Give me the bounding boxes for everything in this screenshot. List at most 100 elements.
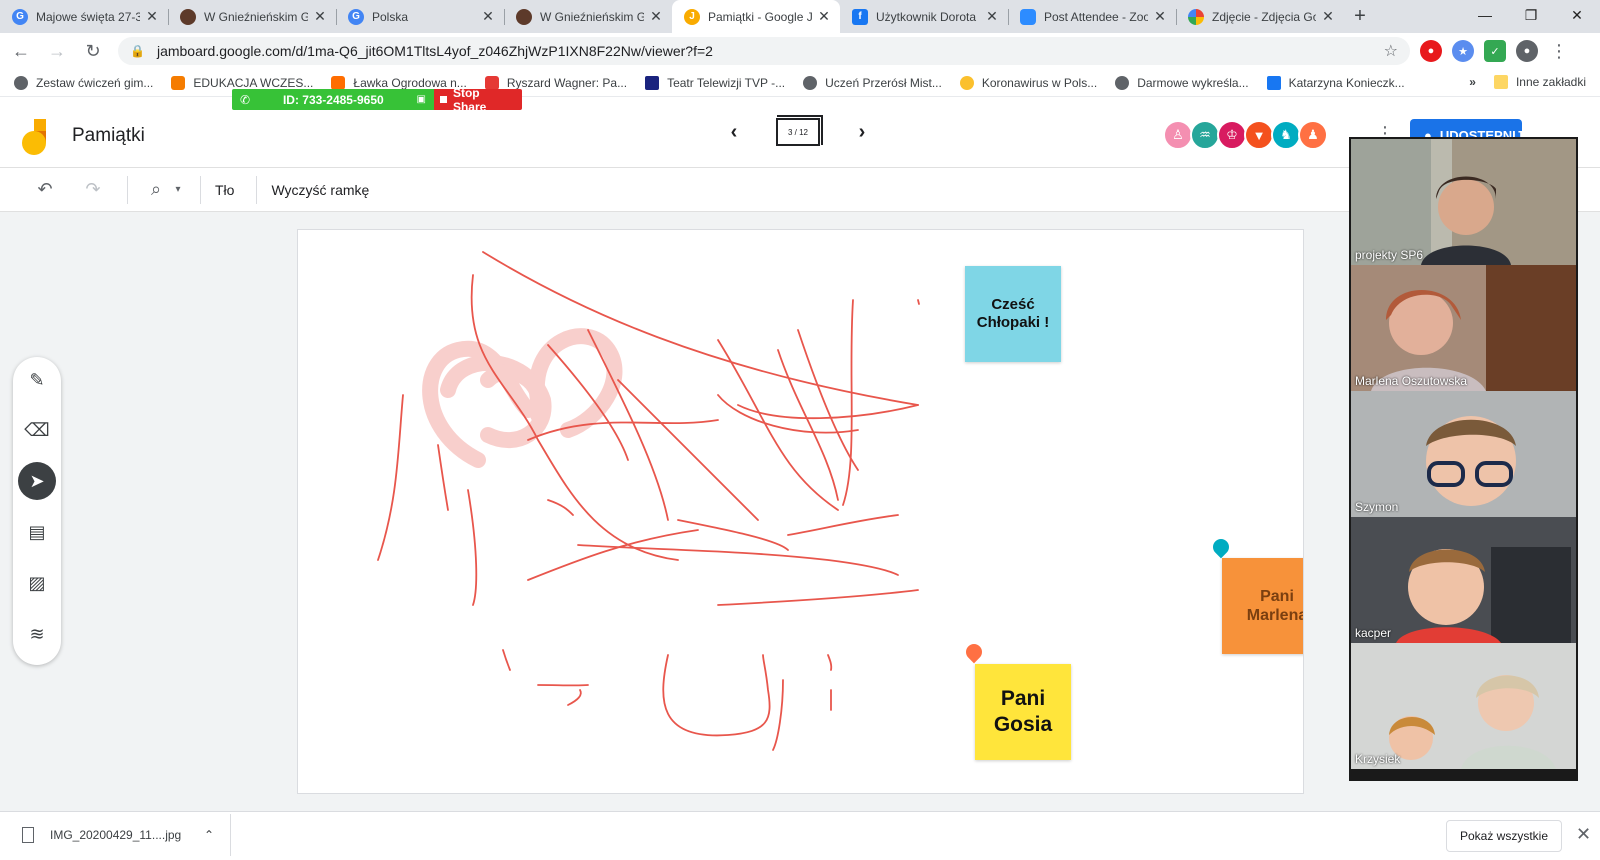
profile-icon[interactable]: ● xyxy=(1516,40,1538,62)
folder-icon xyxy=(1493,75,1508,89)
pen-stroke xyxy=(502,649,511,671)
stop-share-label: Stop Share xyxy=(452,85,487,114)
close-icon[interactable]: ✕ xyxy=(984,8,1000,25)
eraser-tool-icon[interactable]: ⌫ xyxy=(18,411,56,449)
clear-frame-button[interactable]: Wyczyść ramkę xyxy=(271,182,369,198)
close-icon[interactable]: ✕ xyxy=(816,8,832,25)
pen-stroke xyxy=(717,394,859,434)
sticky-note-hello[interactable]: Cześć Chłopaki ! xyxy=(965,266,1061,362)
bookmark-item[interactable]: Ławka Ogrodowa n... xyxy=(331,75,467,90)
bookmark-item[interactable]: Teatr Telewizji TVP -... xyxy=(645,75,785,90)
browser-tab[interactable]: Post Attendee - Zoo ✕ xyxy=(1008,0,1176,33)
redo-icon[interactable]: ↷ xyxy=(73,168,113,212)
extension-red-icon[interactable]: ● xyxy=(1420,40,1442,62)
bookmark-item[interactable]: Uczeń Przerósł Mist... xyxy=(803,75,942,90)
show-all-downloads-button[interactable]: Pokaż wszystkie xyxy=(1446,820,1562,852)
sticky-note-pani-gosia[interactable]: Pani Gosia xyxy=(975,664,1071,760)
select-tool-icon[interactable]: ➤ xyxy=(18,462,56,500)
minimize-icon[interactable]: — xyxy=(1462,0,1508,30)
tab-title: Zdjęcie - Zdjęcia Go xyxy=(1212,9,1316,24)
browser-tab[interactable]: W Gnieźnieńskim Gr ✕ xyxy=(504,0,672,33)
chevron-up-icon[interactable]: ⌃ xyxy=(204,828,214,842)
window-close-icon[interactable]: ✕ xyxy=(1554,0,1600,30)
next-frame-icon[interactable]: › xyxy=(848,121,876,144)
close-icon[interactable]: ✕ xyxy=(144,8,160,25)
browser-tab-active[interactable]: J Pamiątki - Google Ja ✕ xyxy=(672,0,840,33)
close-icon[interactable]: ✕ xyxy=(480,8,496,25)
bookmark-label: Koronawirus w Pols... xyxy=(981,75,1098,90)
laser-tool-icon[interactable]: ≋ xyxy=(18,615,56,653)
frame-counter[interactable]: 3 / 12 xyxy=(776,115,823,146)
bookmark-item[interactable]: Darmowe wykreśla... xyxy=(1115,75,1249,90)
bookmark-star-icon[interactable]: ☆ xyxy=(1384,41,1398,61)
background-button[interactable]: Tło xyxy=(215,182,234,198)
reload-icon[interactable]: ↻ xyxy=(78,36,108,66)
address-bar[interactable]: 🔒 jamboard.google.com/d/1ma-Q6_jit6OM1Tl… xyxy=(118,37,1410,65)
phone-icon: ✆ xyxy=(240,92,251,107)
back-arrow-icon[interactable]: ← xyxy=(6,36,36,66)
participant-video[interactable]: projekty SP6 xyxy=(1351,139,1576,265)
restore-icon[interactable]: ❐ xyxy=(1508,0,1554,30)
browser-tab[interactable]: f Użytkownik Dorota ✕ xyxy=(840,0,1008,33)
forward-arrow-icon[interactable]: → xyxy=(42,36,72,66)
bookmark-item[interactable]: Zestaw ćwiczeń gim... xyxy=(14,75,153,90)
pen-stroke xyxy=(777,349,839,501)
participant-video[interactable]: Szymon xyxy=(1351,391,1576,517)
new-tab-button[interactable]: + xyxy=(1344,0,1376,33)
anonymous-cat-avatar[interactable]: ♟ xyxy=(1298,120,1328,150)
meeting-id-panel[interactable]: ✆ ID: 733-2485-9650 ▣ xyxy=(232,89,434,110)
image-tool-icon[interactable]: ▨ xyxy=(18,564,56,602)
previous-frame-icon[interactable]: ‹ xyxy=(720,121,748,144)
sticky-note-tool-icon[interactable]: ▤ xyxy=(18,513,56,551)
extension-green-icon[interactable]: ✓ xyxy=(1484,40,1506,62)
participant-video[interactable]: Marlena Oszutowska xyxy=(1351,265,1576,391)
browser-tab[interactable]: G Majowe święta 27-3 ✕ xyxy=(0,0,168,33)
site-favicon-icon xyxy=(516,8,532,25)
close-icon[interactable]: ✕ xyxy=(1320,8,1336,25)
bookmarks-more-icon[interactable]: » xyxy=(1469,75,1476,89)
bookmark-item[interactable]: Koronawirus w Pols... xyxy=(959,75,1098,90)
pen-stroke xyxy=(842,299,854,506)
close-icon[interactable]: ✕ xyxy=(1152,8,1168,25)
pen-stroke xyxy=(527,419,719,441)
pen-stroke xyxy=(662,654,771,737)
close-downloads-icon[interactable]: ✕ xyxy=(1576,824,1591,845)
close-icon[interactable]: ✕ xyxy=(648,8,664,25)
other-bookmarks[interactable]: Inne zakładki xyxy=(1516,75,1586,89)
anonymous-ghost-avatar[interactable]: ♙ xyxy=(1163,120,1193,150)
participant-video[interactable]: kacper xyxy=(1351,517,1576,643)
pen-stroke xyxy=(587,329,669,521)
bookmark-item[interactable]: Katarzyna Konieczk... xyxy=(1266,75,1405,90)
google-favicon-icon: G xyxy=(348,8,364,25)
download-filename: IMG_20200429_11....jpg xyxy=(50,828,182,842)
zoom-icon[interactable]: ⌕ xyxy=(142,168,170,212)
anonymous-squirrel-avatar[interactable]: ♞ xyxy=(1271,120,1301,150)
download-item[interactable]: IMG_20200429_11....jpg ⌃ xyxy=(6,814,231,856)
participant-video[interactable]: Krzysiek xyxy=(1351,643,1576,769)
pen-tool-icon[interactable]: ✎ xyxy=(18,361,56,399)
extension-star-icon[interactable]: ★ xyxy=(1452,40,1474,62)
participant-name: Marlena Oszutowska xyxy=(1355,374,1468,388)
stop-share-button[interactable]: Stop Share xyxy=(434,86,522,114)
browser-tab-strip: G Majowe święta 27-3 ✕ W Gnieźnieńskim Gr ✕… xyxy=(0,0,1600,33)
menu-kebab-icon[interactable]: ⋮ xyxy=(1544,36,1574,66)
jam-frame[interactable]: Cześć Chłopaki ! Pani Gosia Pani Marlena xyxy=(297,229,1304,794)
frame-counter-text: 3 / 12 xyxy=(787,127,808,137)
browser-tab[interactable]: G Polska ✕ xyxy=(336,0,504,33)
anonymous-fox-avatar[interactable]: ▼ xyxy=(1244,120,1274,150)
pen-stroke xyxy=(717,589,919,606)
participant-name: projekty SP6 xyxy=(1355,248,1424,262)
undo-icon[interactable]: ↶ xyxy=(25,168,65,212)
zoom-favicon-icon xyxy=(1020,8,1036,25)
board-title[interactable]: Pamiątki xyxy=(72,125,145,147)
anonymous-dolphin-avatar[interactable]: ♒ xyxy=(1190,120,1220,150)
toolbar-divider xyxy=(256,175,258,204)
browser-tab[interactable]: Zdjęcie - Zdjęcia Go ✕ xyxy=(1176,0,1344,33)
sticky-note-pani-marlena[interactable]: Pani Marlena xyxy=(1222,558,1303,654)
tab-title: Użytkownik Dorota xyxy=(876,9,977,24)
close-icon[interactable]: ✕ xyxy=(312,8,328,25)
bookmark-item[interactable]: EDUKACJA WCZES... xyxy=(171,75,313,90)
anonymous-crown-avatar[interactable]: ♔ xyxy=(1217,120,1247,150)
browser-tab[interactable]: W Gnieźnieńskim Gr ✕ xyxy=(168,0,336,33)
zoom-dropdown-icon[interactable]: ▾ xyxy=(170,168,186,212)
